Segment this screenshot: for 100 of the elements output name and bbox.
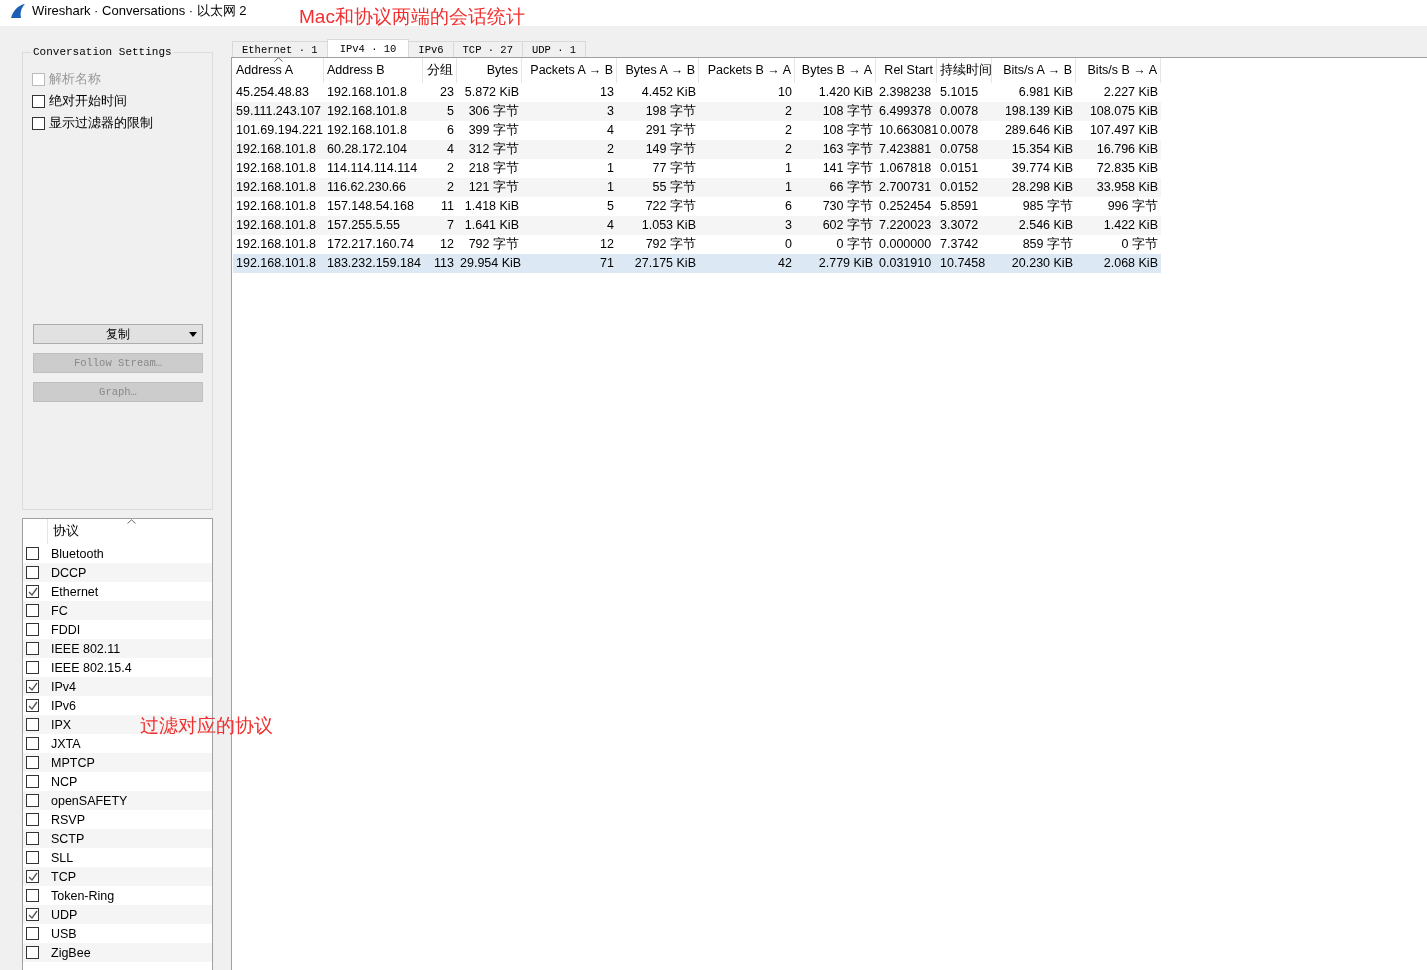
table-cell-text: 6	[446, 122, 455, 139]
checkbox[interactable]	[26, 946, 39, 959]
checkbox[interactable]	[26, 699, 39, 712]
table-cell-text: 7	[446, 217, 455, 234]
table-cell-text: 0.0151	[939, 160, 980, 177]
protocol-name: IEEE 802.11	[51, 641, 121, 656]
checkbox[interactable]	[26, 889, 39, 902]
copy-dropdown-button[interactable]: 复制	[33, 324, 203, 344]
checkbox[interactable]	[26, 566, 39, 579]
table-cell-text: 0.0078	[939, 103, 980, 120]
table-cell-text: 0.031910	[878, 255, 933, 272]
table-row[interactable]: 192.168.101.8 157.255.5.55 7 1.641 KiB 4 1.053 KiB 3 602 字节 7.220023 3.3072 2.546 KiB 1.422 KiB	[233, 216, 1161, 235]
table-cell-text: 2.700731	[878, 179, 933, 196]
table-cell-text: 33.958 KiB	[1095, 179, 1159, 196]
tab[interactable]: IPv4 · 10	[326, 39, 410, 57]
checkbox[interactable]	[26, 604, 39, 617]
checkbox[interactable]	[26, 718, 39, 731]
table-cell-text: 141 字节	[821, 160, 874, 177]
table-cell-text: 116.62.230.66	[326, 179, 407, 196]
protocol-name: SLL	[51, 850, 74, 865]
table-cell-text: 4	[446, 141, 455, 158]
checkbox[interactable]	[26, 813, 39, 826]
table-row[interactable]: 192.168.101.8 60.28.172.104 4 312 字节 2 149 字节 2 163 字节 7.423881 0.0758 15.354 KiB 16.796 KiB	[233, 140, 1161, 159]
protocol-name: SCTP	[51, 831, 85, 846]
checkbox[interactable]	[26, 661, 39, 674]
table-cell-text: 0	[784, 236, 793, 253]
table-cell-text: 183.232.159.184	[326, 255, 422, 272]
table-cell-text: 859 字节	[1021, 236, 1074, 253]
app-icon	[10, 3, 26, 19]
table-cell-text: 996 字节	[1106, 198, 1159, 215]
checkbox[interactable]	[26, 775, 39, 788]
table-cell-text: 306 字节	[467, 103, 520, 120]
checkbox[interactable]	[26, 680, 39, 693]
checkbox[interactable]	[26, 642, 39, 655]
checkbox[interactable]	[26, 927, 39, 940]
table-cell-text: 66 字节	[828, 179, 874, 196]
table-cell-text: 0.0758	[939, 141, 980, 158]
table-cell-text: 312 字节	[467, 141, 520, 158]
checkbox[interactable]	[26, 756, 39, 769]
protocol-name: openSAFETY	[51, 793, 128, 808]
checkbox[interactable]	[26, 623, 39, 636]
table-cell-text: 71	[599, 255, 615, 272]
table-cell-text: 1.067818	[878, 160, 933, 177]
column-header[interactable]: 协议	[48, 519, 212, 544]
table-cell-text: 10.7458	[939, 255, 987, 272]
table-cell-text: 101.69.194.221	[235, 122, 324, 139]
table-cell-text: 3.3072	[939, 217, 980, 234]
table-cell-text: 55 字节	[651, 179, 697, 196]
protocol-name: IPX	[51, 717, 72, 732]
table-cell-text: 4.452 KiB	[640, 84, 697, 101]
checkbox[interactable]	[32, 116, 45, 130]
protocol-name: IPv4	[51, 679, 76, 694]
table-cell-text: 1.422 KiB	[1102, 217, 1159, 234]
tab[interactable]: UDP · 1	[522, 41, 587, 57]
protocol-name: ZigBee	[51, 945, 91, 960]
checkbox-label: 绝对开始时间	[49, 92, 127, 110]
annotation-text: 过滤对应的协议	[140, 714, 273, 738]
checkbox[interactable]	[26, 585, 39, 598]
checkbox[interactable]	[26, 908, 39, 921]
table-cell-text: 2.068 KiB	[1102, 255, 1159, 272]
table-cell-text: 291 字节	[644, 122, 697, 139]
table-row[interactable]: 192.168.101.8 116.62.230.66 2 121 字节 1 55 字节 1 66 字节 2.700731 0.0152 28.298 KiB 33.958 KiB	[233, 178, 1161, 197]
table-cell-text: 15.354 KiB	[1010, 141, 1074, 158]
table-cell-text: 1.053 KiB	[640, 217, 697, 234]
table-cell-text: 59.111.243.107	[235, 103, 323, 120]
table-cell-text: 12	[599, 236, 615, 253]
protocol-name: UDP	[51, 907, 78, 922]
protocol-name: FC	[51, 603, 68, 618]
table-cell-text: 192.168.101.8	[235, 141, 317, 158]
tab[interactable]: Ethernet · 1	[232, 41, 328, 57]
table-row[interactable]: 59.111.243.107 192.168.101.8 5 306 字节 3 198 字节 2 108 字节 6.499378 0.0078 198.139 KiB 108.075 KiB	[233, 102, 1161, 121]
table-cell-text: 157.255.5.55	[326, 217, 401, 234]
table-cell-text: 7.3742	[939, 236, 980, 253]
table-cell-text: 2	[784, 141, 793, 158]
checkbox[interactable]	[26, 832, 39, 845]
table-cell-text: 113	[433, 255, 455, 272]
table-cell-text: 2.398238	[878, 84, 933, 101]
table-cell-text: 6	[784, 198, 793, 215]
table-cell-text: 192.168.101.8	[326, 122, 408, 139]
table-cell-text: 1	[606, 160, 615, 177]
checkbox[interactable]	[26, 870, 39, 883]
table-cell-text: 20.230 KiB	[1010, 255, 1074, 272]
table-cell-text: 4	[606, 122, 615, 139]
table-cell-text: 192.168.101.8	[235, 236, 317, 253]
checkbox[interactable]	[26, 851, 39, 864]
protocol-name: TCP	[51, 869, 76, 884]
checkbox[interactable]	[26, 547, 39, 560]
checkbox[interactable]	[26, 737, 39, 750]
checkbox[interactable]	[26, 794, 39, 807]
table-cell-text: 12	[439, 236, 455, 253]
protocol-name: Ethernet	[51, 584, 99, 599]
table-cell-text: 2.546 KiB	[1017, 217, 1074, 234]
table-row[interactable]: 192.168.101.8 183.232.159.184 113 29.954 KiB 71 27.175 KiB 42 2.779 KiB 0.031910 10.7458 20.230 KiB 2.068 KiB	[233, 254, 1161, 273]
table-cell-text: 1.641 KiB	[463, 217, 520, 234]
table-cell-text: 2	[784, 122, 793, 139]
table-cell-text: 5.1015	[939, 84, 980, 101]
checkbox[interactable]	[32, 94, 45, 108]
table-cell-text: 77 字节	[651, 160, 697, 177]
table-cell-text: 289.646 KiB	[1003, 122, 1074, 139]
table-cell-text: 10.663081	[878, 122, 937, 139]
